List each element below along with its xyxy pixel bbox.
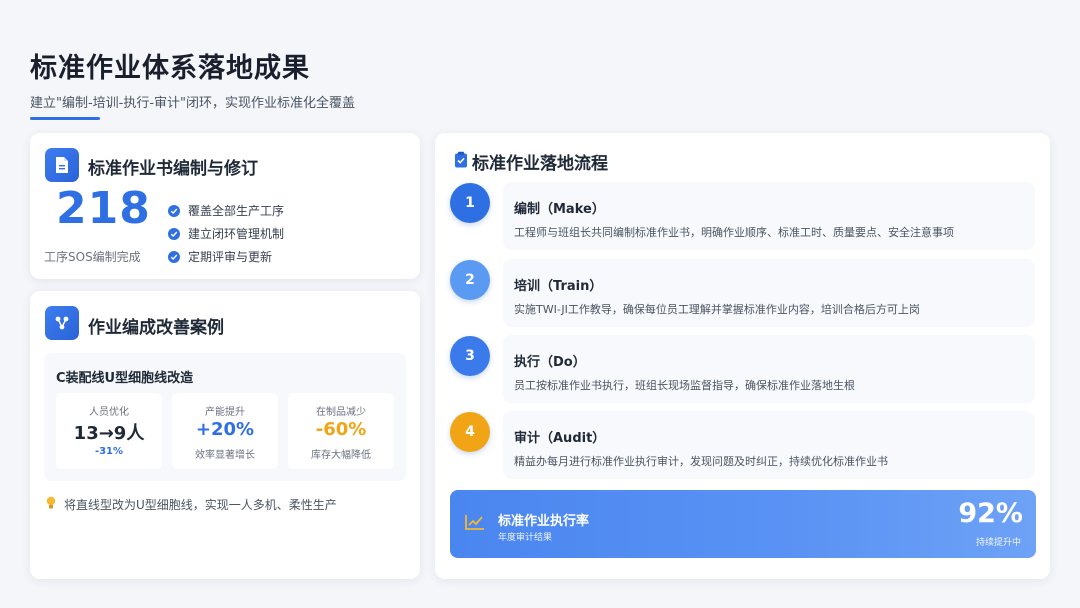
- metric-wip: 在制品减少 -60% 库存大幅降低: [288, 393, 394, 469]
- metric-staff: 人员优化 13→9人 -31%: [56, 393, 162, 469]
- sos-bullet-list: 覆盖全部生产工序 建立闭环管理机制 定期评审与更新: [168, 199, 284, 268]
- rate-note: 持续提升中: [975, 538, 1021, 548]
- metric-label: 产能提升: [205, 407, 245, 418]
- step-title: 培训（Train）: [514, 279, 603, 294]
- step-make: 编制（Make） 工程师与班组长共同编制标准作业书，明确作业顺序、标准工时、质量…: [503, 182, 1035, 250]
- check-icon: [168, 204, 180, 217]
- page-subtitle: 建立"编制-培训-执行-审计"闭环，实现作业标准化全覆盖: [30, 96, 356, 111]
- clipboard-check-icon: [454, 151, 468, 172]
- execution-rate-banner: 标准作业执行率 年度审计结果 92% 持续提升中: [450, 490, 1036, 558]
- case-panel: C装配线U型细胞线改造 人员优化 13→9人 -31% 产能提升 +20% 效率…: [44, 353, 406, 481]
- trend-chart-icon: [464, 513, 486, 535]
- step-desc: 员工按标准作业书执行，班组长现场监督指导，确保标准作业落地生根: [514, 379, 855, 392]
- rate-title: 标准作业执行率: [498, 514, 590, 529]
- document-icon: [45, 148, 79, 182]
- page-title: 标准作业体系落地成果: [30, 53, 310, 84]
- sos-count-caption: 工序SOS编制完成: [44, 250, 141, 264]
- metric-note: -31%: [94, 446, 124, 457]
- step-circle-2: 2: [450, 260, 490, 300]
- rate-value: 92%: [958, 498, 1023, 529]
- lightbulb-icon: [46, 496, 56, 513]
- metric-note: 效率显著增长: [195, 450, 255, 461]
- sos-bullet: 定期评审与更新: [168, 245, 284, 268]
- network-icon: [45, 306, 79, 340]
- sos-bullet-label: 覆盖全部生产工序: [188, 204, 285, 218]
- sos-card-title: 标准作业书编制与修订: [88, 159, 258, 179]
- metric-label: 人员优化: [89, 407, 129, 418]
- sos-bullet-label: 建立闭环管理机制: [188, 227, 285, 241]
- metric-value: 13→9人: [73, 423, 145, 444]
- step-train: 培训（Train） 实施TWI-JI工作教导，确保每位员工理解并掌握标准作业内容…: [503, 259, 1035, 327]
- step-desc: 工程师与班组长共同编制标准作业书，明确作业顺序、标准工时、质量要点、安全注意事项: [514, 226, 954, 239]
- step-title: 执行（Do）: [514, 355, 586, 370]
- check-icon: [168, 250, 180, 263]
- flow-card-title: 标准作业落地流程: [472, 154, 608, 174]
- step-title: 编制（Make）: [514, 202, 605, 217]
- step-circle-1: 1: [450, 183, 490, 223]
- sos-count: 218: [56, 183, 151, 234]
- case-card: 作业编成改善案例 C装配线U型细胞线改造 人员优化 13→9人 -31% 产能提…: [30, 291, 420, 579]
- rate-subtitle: 年度审计结果: [498, 533, 553, 543]
- step-desc: 精益办每月进行标准作业执行审计，发现问题及时纠正，持续优化标准作业书: [514, 455, 888, 468]
- step-audit: 审计（Audit） 精益办每月进行标准作业执行审计，发现问题及时纠正，持续优化标…: [503, 411, 1035, 479]
- sos-bullet: 建立闭环管理机制: [168, 222, 284, 245]
- sos-bullet-label: 定期评审与更新: [188, 250, 273, 264]
- metric-label: 在制品减少: [316, 407, 366, 418]
- case-card-title: 作业编成改善案例: [88, 318, 224, 338]
- sos-bullet: 覆盖全部生产工序: [168, 199, 284, 222]
- metric-value: +20%: [195, 419, 255, 440]
- check-icon: [168, 227, 180, 240]
- metric-note: 库存大幅降低: [311, 450, 371, 461]
- metric-value: -60%: [315, 419, 367, 440]
- flow-card: 标准作业落地流程 1 编制（Make） 工程师与班组长共同编制标准作业书，明确作…: [435, 133, 1050, 579]
- step-desc: 实施TWI-JI工作教导，确保每位员工理解并掌握标准作业内容，培训合格后方可上岗: [514, 303, 920, 316]
- case-tip-text: 将直线型改为U型细胞线，实现一人多机、柔性生产: [64, 498, 337, 512]
- sos-card: 标准作业书编制与修订 218 工序SOS编制完成 覆盖全部生产工序 建立闭环管理…: [30, 133, 420, 279]
- step-do: 执行（Do） 员工按标准作业书执行，班组长现场监督指导，确保标准作业落地生根: [503, 335, 1035, 403]
- case-panel-title: C装配线U型细胞线改造: [56, 371, 194, 386]
- case-tip: 将直线型改为U型细胞线，实现一人多机、柔性生产: [46, 496, 337, 513]
- step-circle-3: 3: [450, 336, 490, 376]
- title-underline: [30, 117, 100, 120]
- step-circle-4: 4: [450, 412, 490, 452]
- step-title: 审计（Audit）: [514, 431, 606, 446]
- metric-capacity: 产能提升 +20% 效率显著增长: [172, 393, 278, 469]
